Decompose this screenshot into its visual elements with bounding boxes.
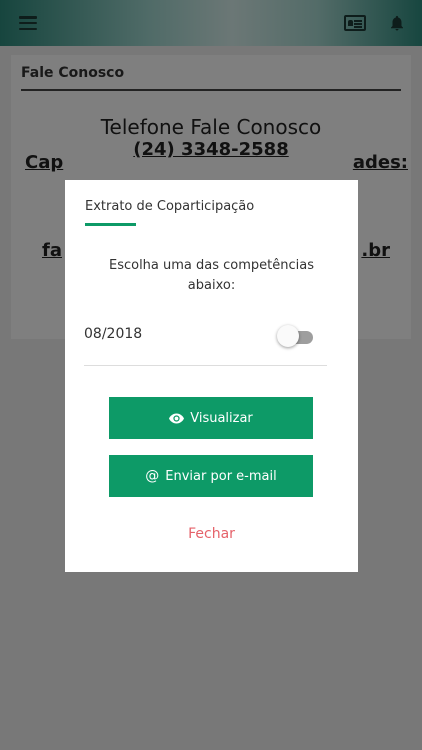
modal-title: Extrato de Coparticipação xyxy=(85,199,255,214)
period-toggle[interactable] xyxy=(277,325,315,347)
period-row: 08/2018 xyxy=(84,325,327,366)
send-email-button-label: Enviar por e-mail xyxy=(165,468,277,484)
send-email-button[interactable]: @ Enviar por e-mail xyxy=(109,455,313,497)
eye-icon xyxy=(169,413,185,424)
period-label: 08/2018 xyxy=(84,326,143,342)
modal-description: Escolha uma das competências abaixo: xyxy=(108,258,314,293)
close-button[interactable]: Fechar xyxy=(65,526,358,542)
view-button[interactable]: Visualizar xyxy=(109,397,313,439)
coparticipation-modal: Extrato de Coparticipação Escolha uma da… xyxy=(65,180,358,572)
modal-tab-indicator xyxy=(85,223,136,226)
toggle-knob xyxy=(277,325,299,347)
view-button-label: Visualizar xyxy=(190,410,253,426)
at-sign-icon: @ xyxy=(145,468,160,484)
